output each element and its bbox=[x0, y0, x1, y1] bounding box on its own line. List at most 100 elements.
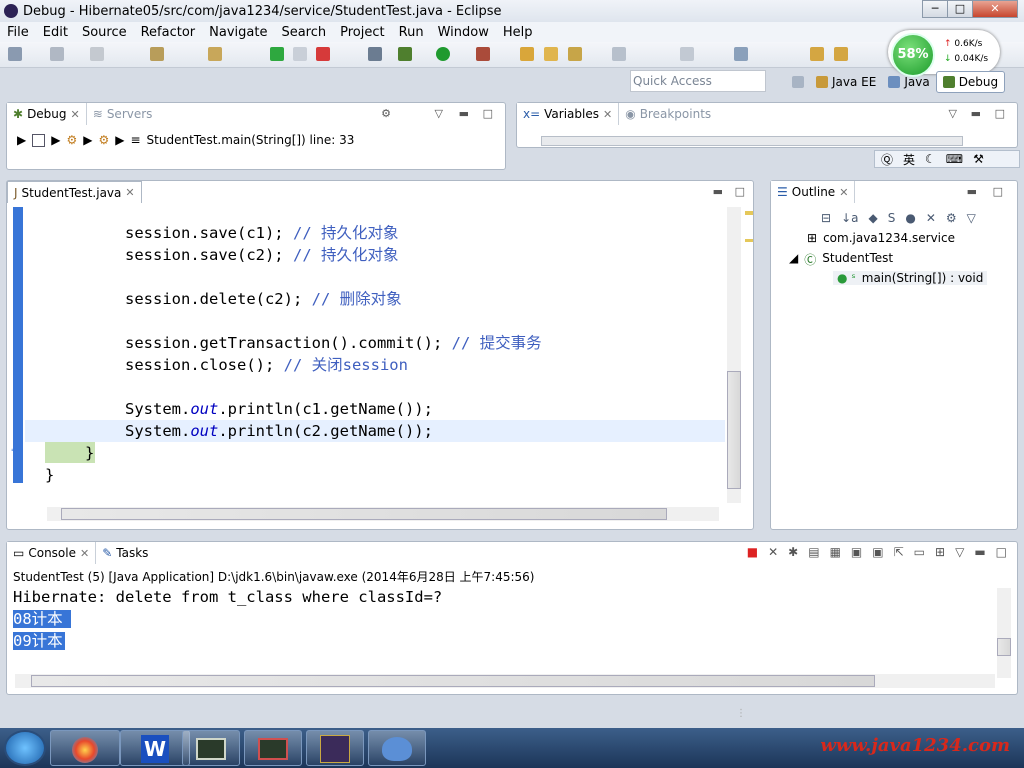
code-line[interactable]: } bbox=[85, 442, 94, 464]
console-line[interactable]: 09计本 bbox=[13, 630, 442, 652]
scroll-lock-icon[interactable]: ▦ bbox=[830, 545, 841, 559]
chevron-down-icon[interactable]: ▽ bbox=[949, 107, 957, 120]
menu-project[interactable]: Project bbox=[333, 25, 391, 40]
code-line[interactable]: session.getTransaction().commit(); // 提交… bbox=[125, 332, 542, 354]
drop-to-frame-icon[interactable] bbox=[208, 47, 222, 61]
open-folder-icon[interactable] bbox=[544, 47, 558, 61]
terminate-icon[interactable] bbox=[316, 47, 330, 61]
pin-console-icon[interactable]: ⇱ bbox=[894, 545, 904, 559]
clear-console-icon[interactable]: ▤ bbox=[808, 545, 819, 559]
code-line[interactable]: System.out.println(c1.getName()); bbox=[125, 398, 433, 420]
scroll-thumb[interactable] bbox=[997, 638, 1011, 656]
outline-item-method[interactable]: ● ˢ main(String[]) : void bbox=[833, 271, 988, 285]
pin-icon[interactable] bbox=[734, 47, 748, 61]
remove-launch-icon[interactable]: ✕ bbox=[768, 545, 778, 559]
perspective-debug[interactable]: Debug bbox=[935, 71, 1006, 93]
collapse-arrow-icon[interactable]: ◢ bbox=[789, 251, 798, 268]
run-icon[interactable] bbox=[436, 47, 450, 61]
taskbar-app-javaee[interactable] bbox=[306, 730, 364, 766]
chevron-down-icon[interactable]: ▽ bbox=[955, 545, 964, 559]
console-vertical-scrollbar[interactable] bbox=[997, 588, 1011, 678]
hide-static-icon[interactable]: S bbox=[888, 211, 896, 225]
suspend-icon[interactable] bbox=[293, 47, 307, 61]
code-line[interactable]: System.out.println(c2.getName()); bbox=[125, 420, 433, 442]
view-menu-icon[interactable]: ⚙ bbox=[381, 107, 391, 120]
tab-outline[interactable]: ☰ Outline ✕ bbox=[771, 181, 856, 203]
tab-servers[interactable]: ≋ Servers bbox=[87, 103, 159, 125]
tab-variables[interactable]: x= Variables ✕ bbox=[517, 103, 620, 125]
show-stderr-icon[interactable]: ▣ bbox=[872, 545, 883, 559]
skip-breakpoints-icon[interactable] bbox=[150, 47, 164, 61]
outline-item-class[interactable]: ◢ Ⓒ StudentTest bbox=[789, 251, 893, 268]
quick-access-input[interactable]: Quick Access bbox=[630, 70, 766, 92]
tab-breakpoints[interactable]: ◉ Breakpoints bbox=[619, 103, 717, 125]
minimize-button[interactable]: ─ bbox=[922, 0, 948, 18]
forward-icon[interactable] bbox=[834, 47, 848, 61]
scroll-thumb[interactable] bbox=[61, 508, 667, 520]
code-line[interactable]: session.close(); // 关闭session bbox=[125, 354, 408, 376]
new-icon[interactable] bbox=[8, 47, 22, 61]
save-icon[interactable] bbox=[50, 47, 64, 61]
hide-local-types-icon[interactable]: ✕ bbox=[926, 211, 936, 225]
perspective-java-ee[interactable]: Java EE bbox=[810, 71, 882, 93]
open-perspective-button[interactable] bbox=[786, 71, 810, 93]
terminate-icon[interactable]: ■ bbox=[747, 545, 758, 559]
code-line[interactable]: session.save(c2); // 持久化对象 bbox=[125, 244, 398, 266]
print-icon[interactable] bbox=[90, 47, 104, 61]
editor-horizontal-scrollbar[interactable] bbox=[47, 507, 719, 521]
tab-debug[interactable]: ✱ Debug ✕ bbox=[7, 103, 87, 125]
console-line[interactable]: 08计本 bbox=[13, 608, 442, 630]
minimize-view-icon[interactable]: ▬ bbox=[459, 107, 469, 120]
chevron-down-icon[interactable]: ▽ bbox=[435, 107, 443, 120]
console-line[interactable]: Hibernate: delete from t_class where cla… bbox=[13, 586, 442, 608]
tab-studenttest-java[interactable]: J StudentTest.java ✕ bbox=[7, 181, 142, 203]
code-line[interactable]: } bbox=[45, 464, 54, 486]
menu-source[interactable]: Source bbox=[75, 25, 134, 40]
maximize-view-icon[interactable]: □ bbox=[996, 545, 1007, 559]
minimize-view-icon[interactable]: ▬ bbox=[974, 545, 985, 559]
menu-refactor[interactable]: Refactor bbox=[134, 25, 203, 40]
chevron-down-icon[interactable]: ▽ bbox=[967, 211, 976, 225]
maximize-button[interactable]: □ bbox=[947, 0, 973, 18]
annotation-icon[interactable] bbox=[612, 47, 626, 61]
last-edit-icon[interactable] bbox=[680, 47, 694, 61]
stack-frame-row[interactable]: ▶ ▶ ⚙ ▶ ⚙ ▶ ≡ StudentTest.main(String[]) li… bbox=[17, 133, 354, 147]
taskbar-app-browser[interactable] bbox=[50, 730, 120, 766]
open-type-icon[interactable] bbox=[520, 47, 534, 61]
overview-marker[interactable] bbox=[745, 211, 753, 215]
expand-icon[interactable]: ▶ bbox=[51, 133, 60, 147]
sort-icon[interactable]: ↓a bbox=[841, 211, 858, 225]
collapse-all-icon[interactable]: ⊟ bbox=[821, 211, 831, 225]
menu-window[interactable]: Window bbox=[431, 25, 496, 40]
menu-search[interactable]: Search bbox=[274, 25, 333, 40]
perspective-java[interactable]: Java bbox=[882, 71, 935, 93]
variables-horizontal-scrollbar[interactable] bbox=[541, 136, 963, 146]
hide-nonpublic-icon[interactable]: ● bbox=[905, 211, 915, 225]
wrench-icon[interactable]: ⚒ bbox=[973, 152, 984, 166]
close-icon[interactable]: ✕ bbox=[80, 547, 89, 560]
menu-help[interactable]: Help bbox=[496, 25, 540, 40]
display-console-icon[interactable]: ▭ bbox=[914, 545, 925, 559]
menu-navigate[interactable]: Navigate bbox=[202, 25, 274, 40]
keyboard-icon[interactable]: ⌨ bbox=[946, 152, 963, 166]
close-button[interactable]: ✕ bbox=[972, 0, 1018, 18]
taskbar-app-terminal2[interactable] bbox=[244, 730, 302, 766]
menu-run[interactable]: Run bbox=[392, 25, 431, 40]
hide-fields-icon[interactable]: ◆ bbox=[868, 211, 877, 225]
taskbar-app-terminal[interactable] bbox=[182, 730, 240, 766]
expand-icon[interactable]: ▶ bbox=[83, 133, 92, 147]
maximize-view-icon[interactable]: □ bbox=[735, 185, 745, 198]
minimize-view-icon[interactable]: ▬ bbox=[967, 185, 977, 198]
focus-icon[interactable]: ⚙ bbox=[946, 211, 957, 225]
moon-icon[interactable]: ☾ bbox=[925, 152, 936, 166]
taskbar-app-mysql[interactable] bbox=[368, 730, 426, 766]
external-tools-icon[interactable] bbox=[476, 47, 490, 61]
code-line[interactable]: session.save(c1); // 持久化对象 bbox=[125, 222, 398, 244]
menu-edit[interactable]: Edit bbox=[36, 25, 75, 40]
maximize-view-icon[interactable]: □ bbox=[995, 107, 1005, 120]
close-icon[interactable]: ✕ bbox=[71, 108, 80, 121]
tab-console[interactable]: ▭ Console ✕ bbox=[7, 542, 97, 564]
overview-marker[interactable] bbox=[745, 239, 753, 242]
scroll-thumb[interactable] bbox=[31, 675, 875, 687]
open-console-icon[interactable]: ⊞ bbox=[935, 545, 945, 559]
